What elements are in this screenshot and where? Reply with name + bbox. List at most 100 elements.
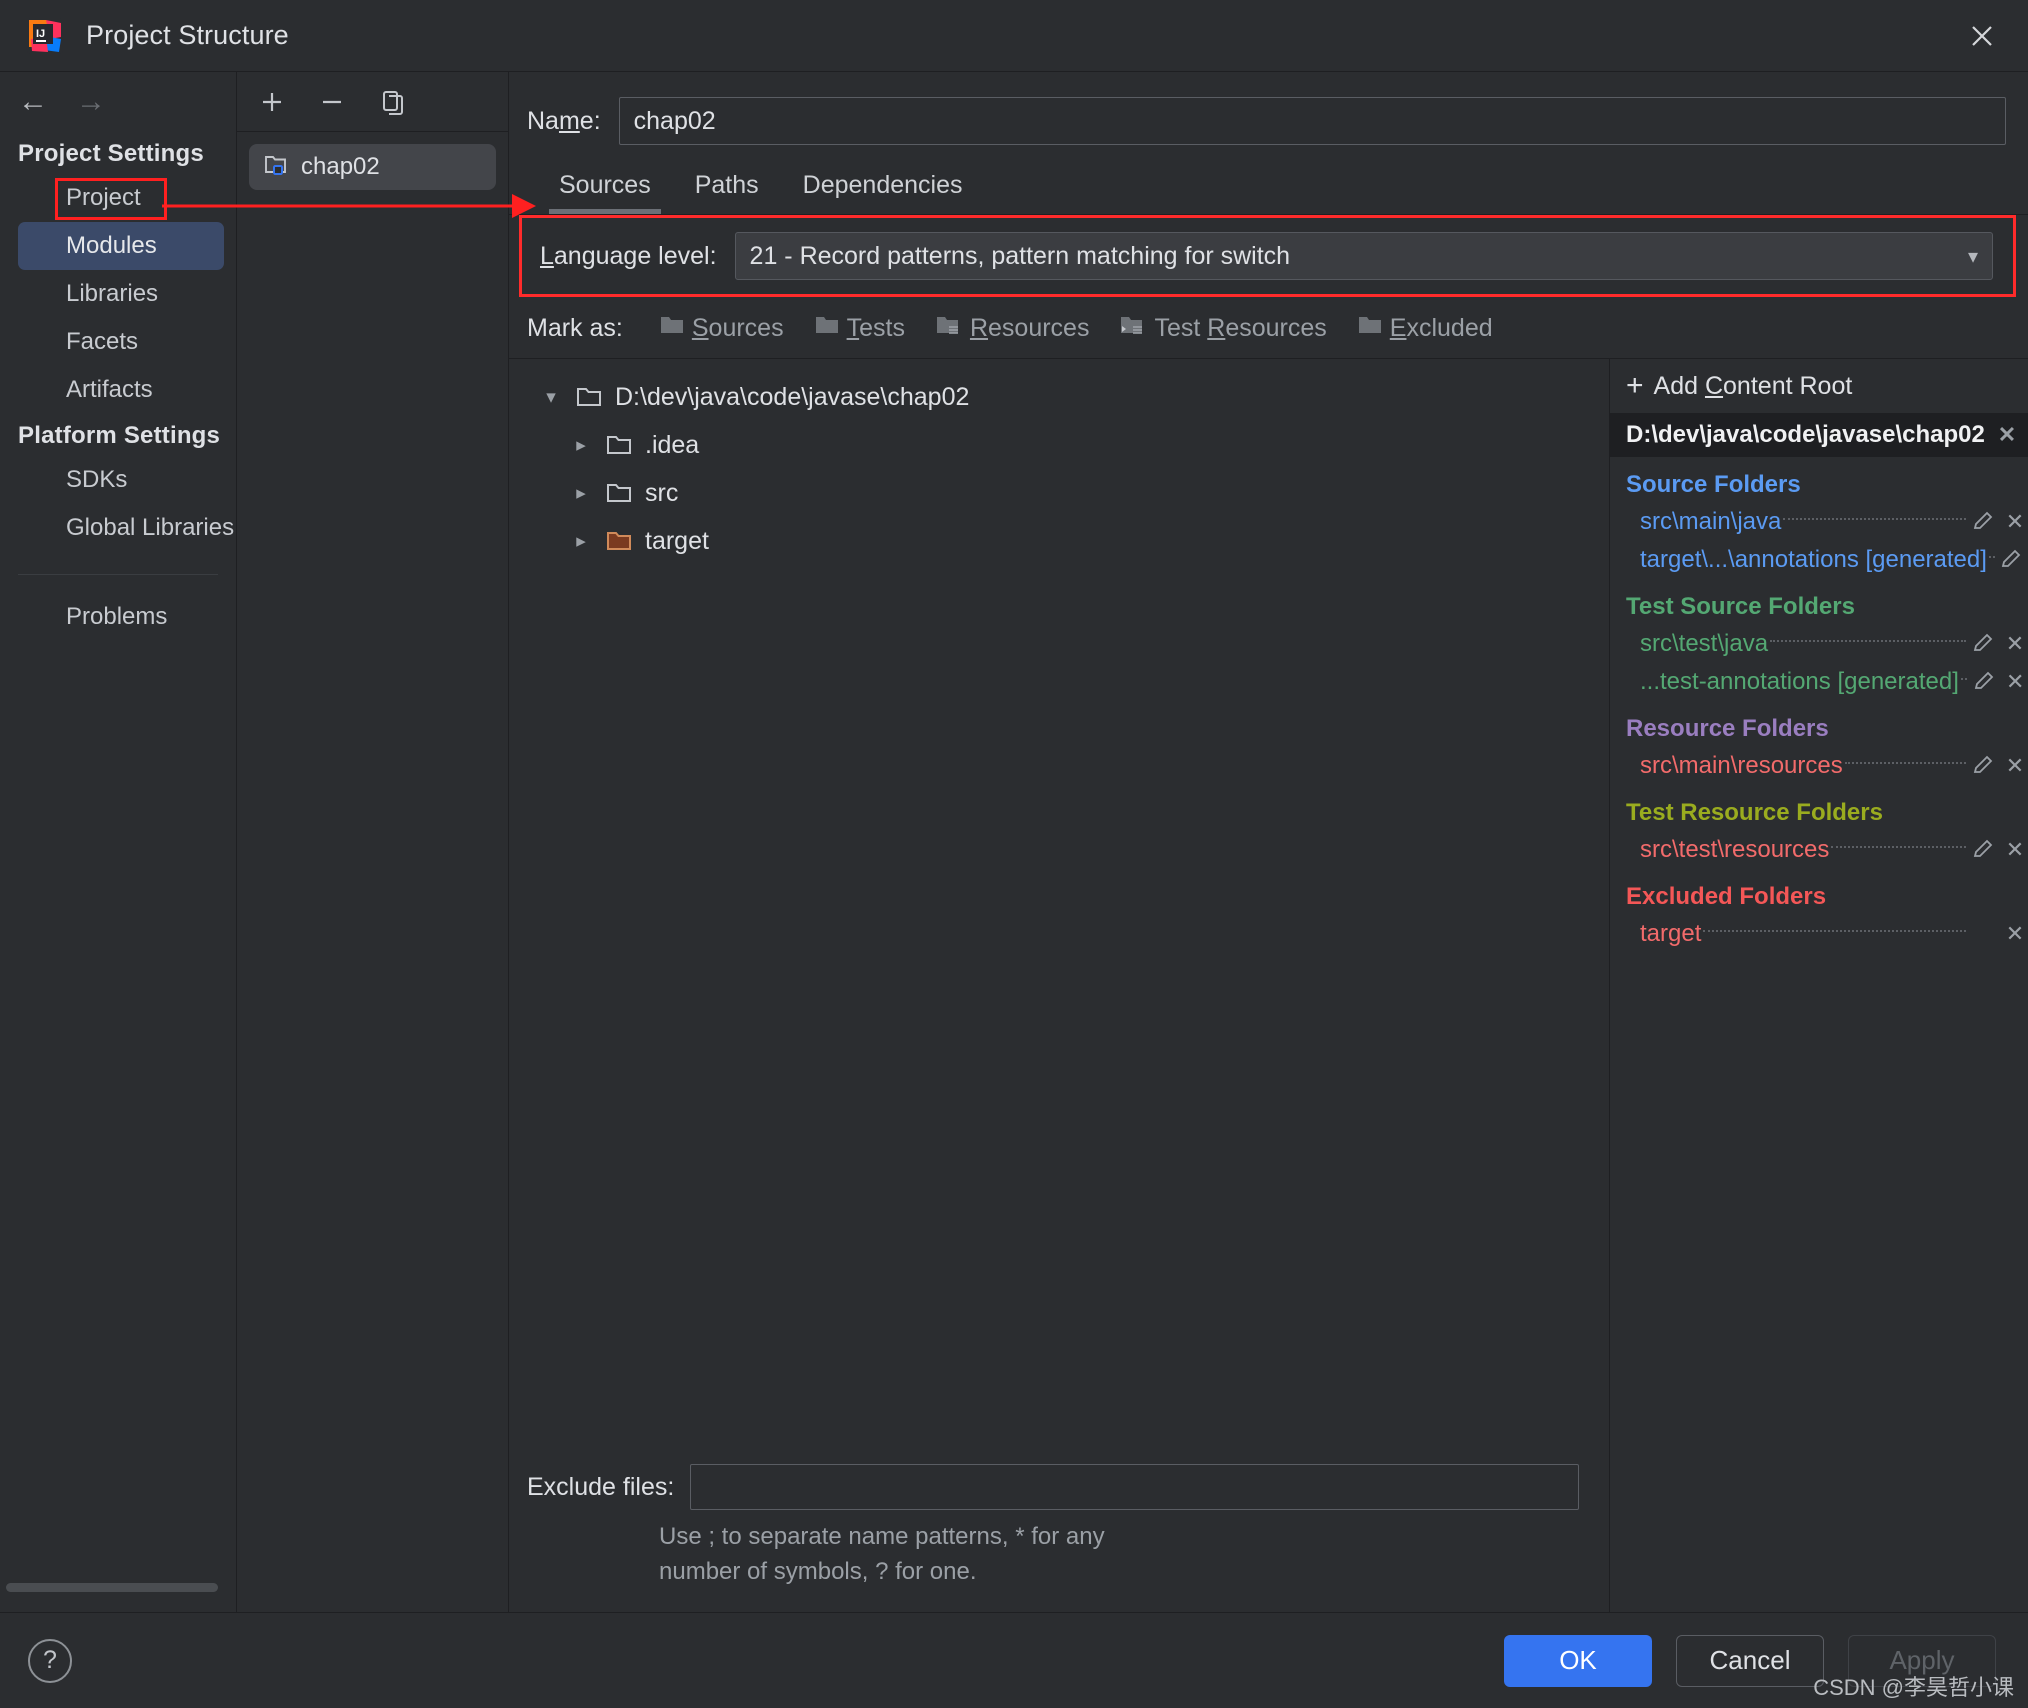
ok-button[interactable]: OK	[1504, 1634, 1652, 1687]
help-button[interactable]: ?	[28, 1638, 72, 1683]
cancel-button[interactable]: Cancel	[1676, 1634, 1824, 1687]
sidebar-horizontal-scrollbar[interactable]	[6, 1583, 218, 1592]
module-tabs: Sources Paths Dependencies	[509, 150, 2028, 214]
pencil-icon[interactable]	[1970, 754, 1996, 778]
minus-icon[interactable]	[315, 85, 349, 119]
tree-row[interactable]: ▾ D:\dev\java\code\javase\chap02	[509, 373, 1609, 421]
close-icon[interactable]: ✕	[2002, 669, 2028, 695]
language-level-dropdown[interactable]: 21 - Record patterns, pattern matching f…	[734, 232, 1993, 280]
folder-sources-icon	[659, 313, 685, 344]
close-icon[interactable]: ✕	[2002, 921, 2028, 947]
mark-as-excluded-button[interactable]: Excluded	[1357, 313, 1493, 344]
close-icon[interactable]: ✕	[2002, 753, 2028, 779]
module-name-row: Name:	[509, 92, 2028, 150]
close-icon[interactable]: ✕	[1994, 422, 2020, 448]
chevron-right-icon[interactable]: ▸	[567, 434, 595, 457]
roots-entry[interactable]: target\...\annotations [generated] ✕	[1626, 541, 2028, 579]
exclude-files-hint: Use ; to separate name patterns, * for a…	[659, 1523, 1105, 1586]
module-name-label: Name:	[527, 106, 601, 135]
tree-row-label: target	[645, 526, 709, 555]
sidebar-divider	[18, 574, 218, 575]
sidebar-nav-arrows: ← →	[0, 72, 236, 132]
tab-paths[interactable]: Paths	[673, 171, 781, 214]
tab-sources[interactable]: Sources	[537, 171, 673, 214]
sidebar-item-sdks[interactable]: SDKs	[0, 456, 236, 504]
pencil-icon[interactable]	[1999, 548, 2023, 572]
mark-as-sources-button[interactable]: Sources	[659, 313, 784, 344]
arrow-right-icon[interactable]: →	[76, 87, 106, 117]
sidebar-item-problems[interactable]: Problems	[0, 593, 236, 641]
sidebar-group-title-platform-settings: Platform Settings	[18, 422, 221, 449]
exclude-files-area: Exclude files: Use ; to separate name pa…	[509, 1464, 1609, 1612]
chevron-right-icon[interactable]: ▸	[567, 530, 595, 553]
tree-row[interactable]: ▸ .idea	[509, 421, 1609, 469]
dialog-title: Project Structure	[86, 20, 289, 50]
sidebar-item-artifacts[interactable]: Artifacts	[0, 366, 236, 414]
mark-as-label-text: Resources	[969, 314, 1090, 342]
roots-entry[interactable]: src\main\resources ✕	[1626, 747, 2028, 785]
module-name-input[interactable]	[618, 97, 2006, 145]
roots-entry-path: src\test\resources	[1640, 836, 1830, 863]
sidebar-item-label: Libraries	[66, 280, 159, 307]
close-icon[interactable]: ✕	[2002, 509, 2028, 535]
folder-icon	[605, 480, 633, 506]
content-roots-pane: + Add Content Root D:\dev\java\code\java…	[1610, 359, 2028, 1612]
sidebar-item-label: Problems	[66, 603, 168, 630]
sidebar-item-libraries[interactable]: Libraries	[0, 270, 236, 318]
module-item-label: chap02	[301, 153, 380, 180]
sidebar-bottom	[0, 1583, 236, 1612]
exclude-files-label: Exclude files:	[527, 1472, 675, 1501]
sidebar-item-facets[interactable]: Facets	[0, 318, 236, 366]
roots-entry[interactable]: src\test\resources ✕	[1626, 831, 2028, 869]
roots-entry[interactable]: src\test\java ✕	[1626, 625, 2028, 663]
roots-group-resource-folders: Resource Folders src\main\resources ✕	[1610, 701, 2028, 785]
exclude-files-input[interactable]	[690, 1464, 1579, 1511]
sidebar-item-label: Facets	[66, 328, 139, 355]
roots-entry[interactable]: src\main\java ✕	[1626, 503, 2028, 541]
pencil-icon[interactable]	[1970, 510, 1996, 534]
settings-sidebar: ← → Project Settings Project Modules Lib…	[0, 72, 237, 1612]
chevron-down-icon[interactable]: ▾	[537, 386, 565, 409]
close-icon[interactable]: ✕	[2002, 631, 2028, 657]
add-content-root-label: Add Content Root	[1653, 371, 1853, 400]
language-level-label: Language level:	[540, 241, 717, 270]
roots-entry[interactable]: target ✕	[1626, 915, 2028, 953]
roots-entry-dots	[1960, 678, 1967, 680]
tab-dependencies[interactable]: Dependencies	[781, 171, 985, 214]
mark-as-label-text: Excluded	[1389, 314, 1493, 342]
pencil-icon[interactable]	[1970, 632, 1996, 656]
roots-entry-dots	[1831, 846, 1966, 848]
content-root-path-row[interactable]: D:\dev\java\code\javase\chap02 ✕	[1610, 413, 2028, 457]
sidebar-item-global-libraries[interactable]: Global Libraries	[0, 504, 236, 552]
plus-icon[interactable]	[255, 85, 289, 119]
mark-as-tests-button[interactable]: Tests	[814, 313, 905, 344]
sidebar-item-label: Global Libraries	[66, 514, 235, 541]
pencil-icon[interactable]	[1970, 838, 1996, 862]
tab-label: Sources	[559, 171, 651, 199]
pencil-icon[interactable]	[1971, 670, 1997, 694]
mark-as-row: Mark as: Sources Tests Resources Test Re…	[509, 297, 2028, 358]
folder-icon	[575, 384, 603, 410]
roots-group-title: Test Source Folders	[1626, 593, 1855, 620]
tree-row[interactable]: ▸ target	[509, 517, 1609, 565]
mark-as-resources-button[interactable]: Resources	[935, 313, 1090, 344]
arrow-left-icon[interactable]: ←	[18, 87, 48, 117]
sidebar-item-project[interactable]: Project	[0, 174, 236, 222]
roots-entry-dots	[1988, 556, 1995, 558]
mark-as-test-resources-button[interactable]: Test Resources	[1119, 313, 1327, 344]
close-icon[interactable]	[1960, 14, 2004, 58]
plus-icon: +	[1626, 369, 1644, 402]
roots-entry[interactable]: ...test-annotations [generated] ✕	[1626, 663, 2028, 701]
sidebar-item-modules[interactable]: Modules	[18, 222, 224, 270]
content-tree-pane: ▾ D:\dev\java\code\javase\chap02 ▸ .idea…	[509, 359, 1610, 1612]
roots-entry-dots	[1783, 518, 1966, 520]
close-icon[interactable]: ✕	[2002, 837, 2028, 863]
add-content-root-button[interactable]: + Add Content Root	[1610, 359, 2028, 413]
content-tree: ▾ D:\dev\java\code\javase\chap02 ▸ .idea…	[509, 359, 1609, 1464]
chevron-right-icon[interactable]: ▸	[567, 482, 595, 505]
tree-row[interactable]: ▸ src	[509, 469, 1609, 517]
module-item-chap02[interactable]: chap02	[249, 144, 496, 190]
watermark: CSDN @李昊哲小课	[1813, 1675, 2014, 1700]
content-split: ▾ D:\dev\java\code\javase\chap02 ▸ .idea…	[509, 358, 2028, 1612]
copy-icon[interactable]	[375, 85, 409, 119]
